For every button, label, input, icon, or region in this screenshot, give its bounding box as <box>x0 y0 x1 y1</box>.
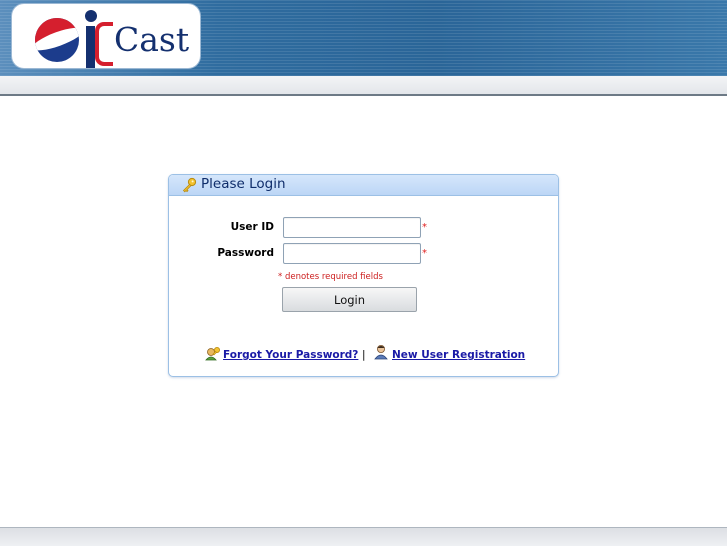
password-input[interactable] <box>283 243 421 264</box>
forgot-password-icon <box>205 347 220 361</box>
login-panel-header: Please Login <box>169 175 558 196</box>
new-user-registration-link[interactable]: New User Registration <box>392 349 525 361</box>
user-id-label: User ID <box>230 221 274 233</box>
logo-globe-icon <box>35 18 79 62</box>
login-panel-title: Please Login <box>201 176 286 192</box>
header-banner: Cast <box>0 0 727 76</box>
user-id-input[interactable] <box>283 217 421 238</box>
footer-bar <box>0 527 727 546</box>
logo-i-dot <box>85 10 97 22</box>
logo-bracket <box>95 22 113 66</box>
logo-text: Cast <box>114 20 190 59</box>
password-required-marker: * <box>422 248 427 259</box>
link-separator: | <box>362 349 366 361</box>
new-user-icon <box>374 345 388 360</box>
key-icon <box>182 177 197 193</box>
logo-i-bar <box>86 26 95 68</box>
password-label: Password <box>217 247 274 259</box>
user-id-required-marker: * <box>422 222 427 233</box>
forgot-password-link[interactable]: Forgot Your Password? <box>223 349 358 361</box>
login-panel: Please Login User ID * Password * * deno… <box>168 174 559 377</box>
header-subbar <box>0 76 727 96</box>
required-fields-note: * denotes required fields <box>278 272 383 282</box>
icast-logo: Cast <box>12 4 200 68</box>
login-button[interactable]: Login <box>282 287 417 312</box>
